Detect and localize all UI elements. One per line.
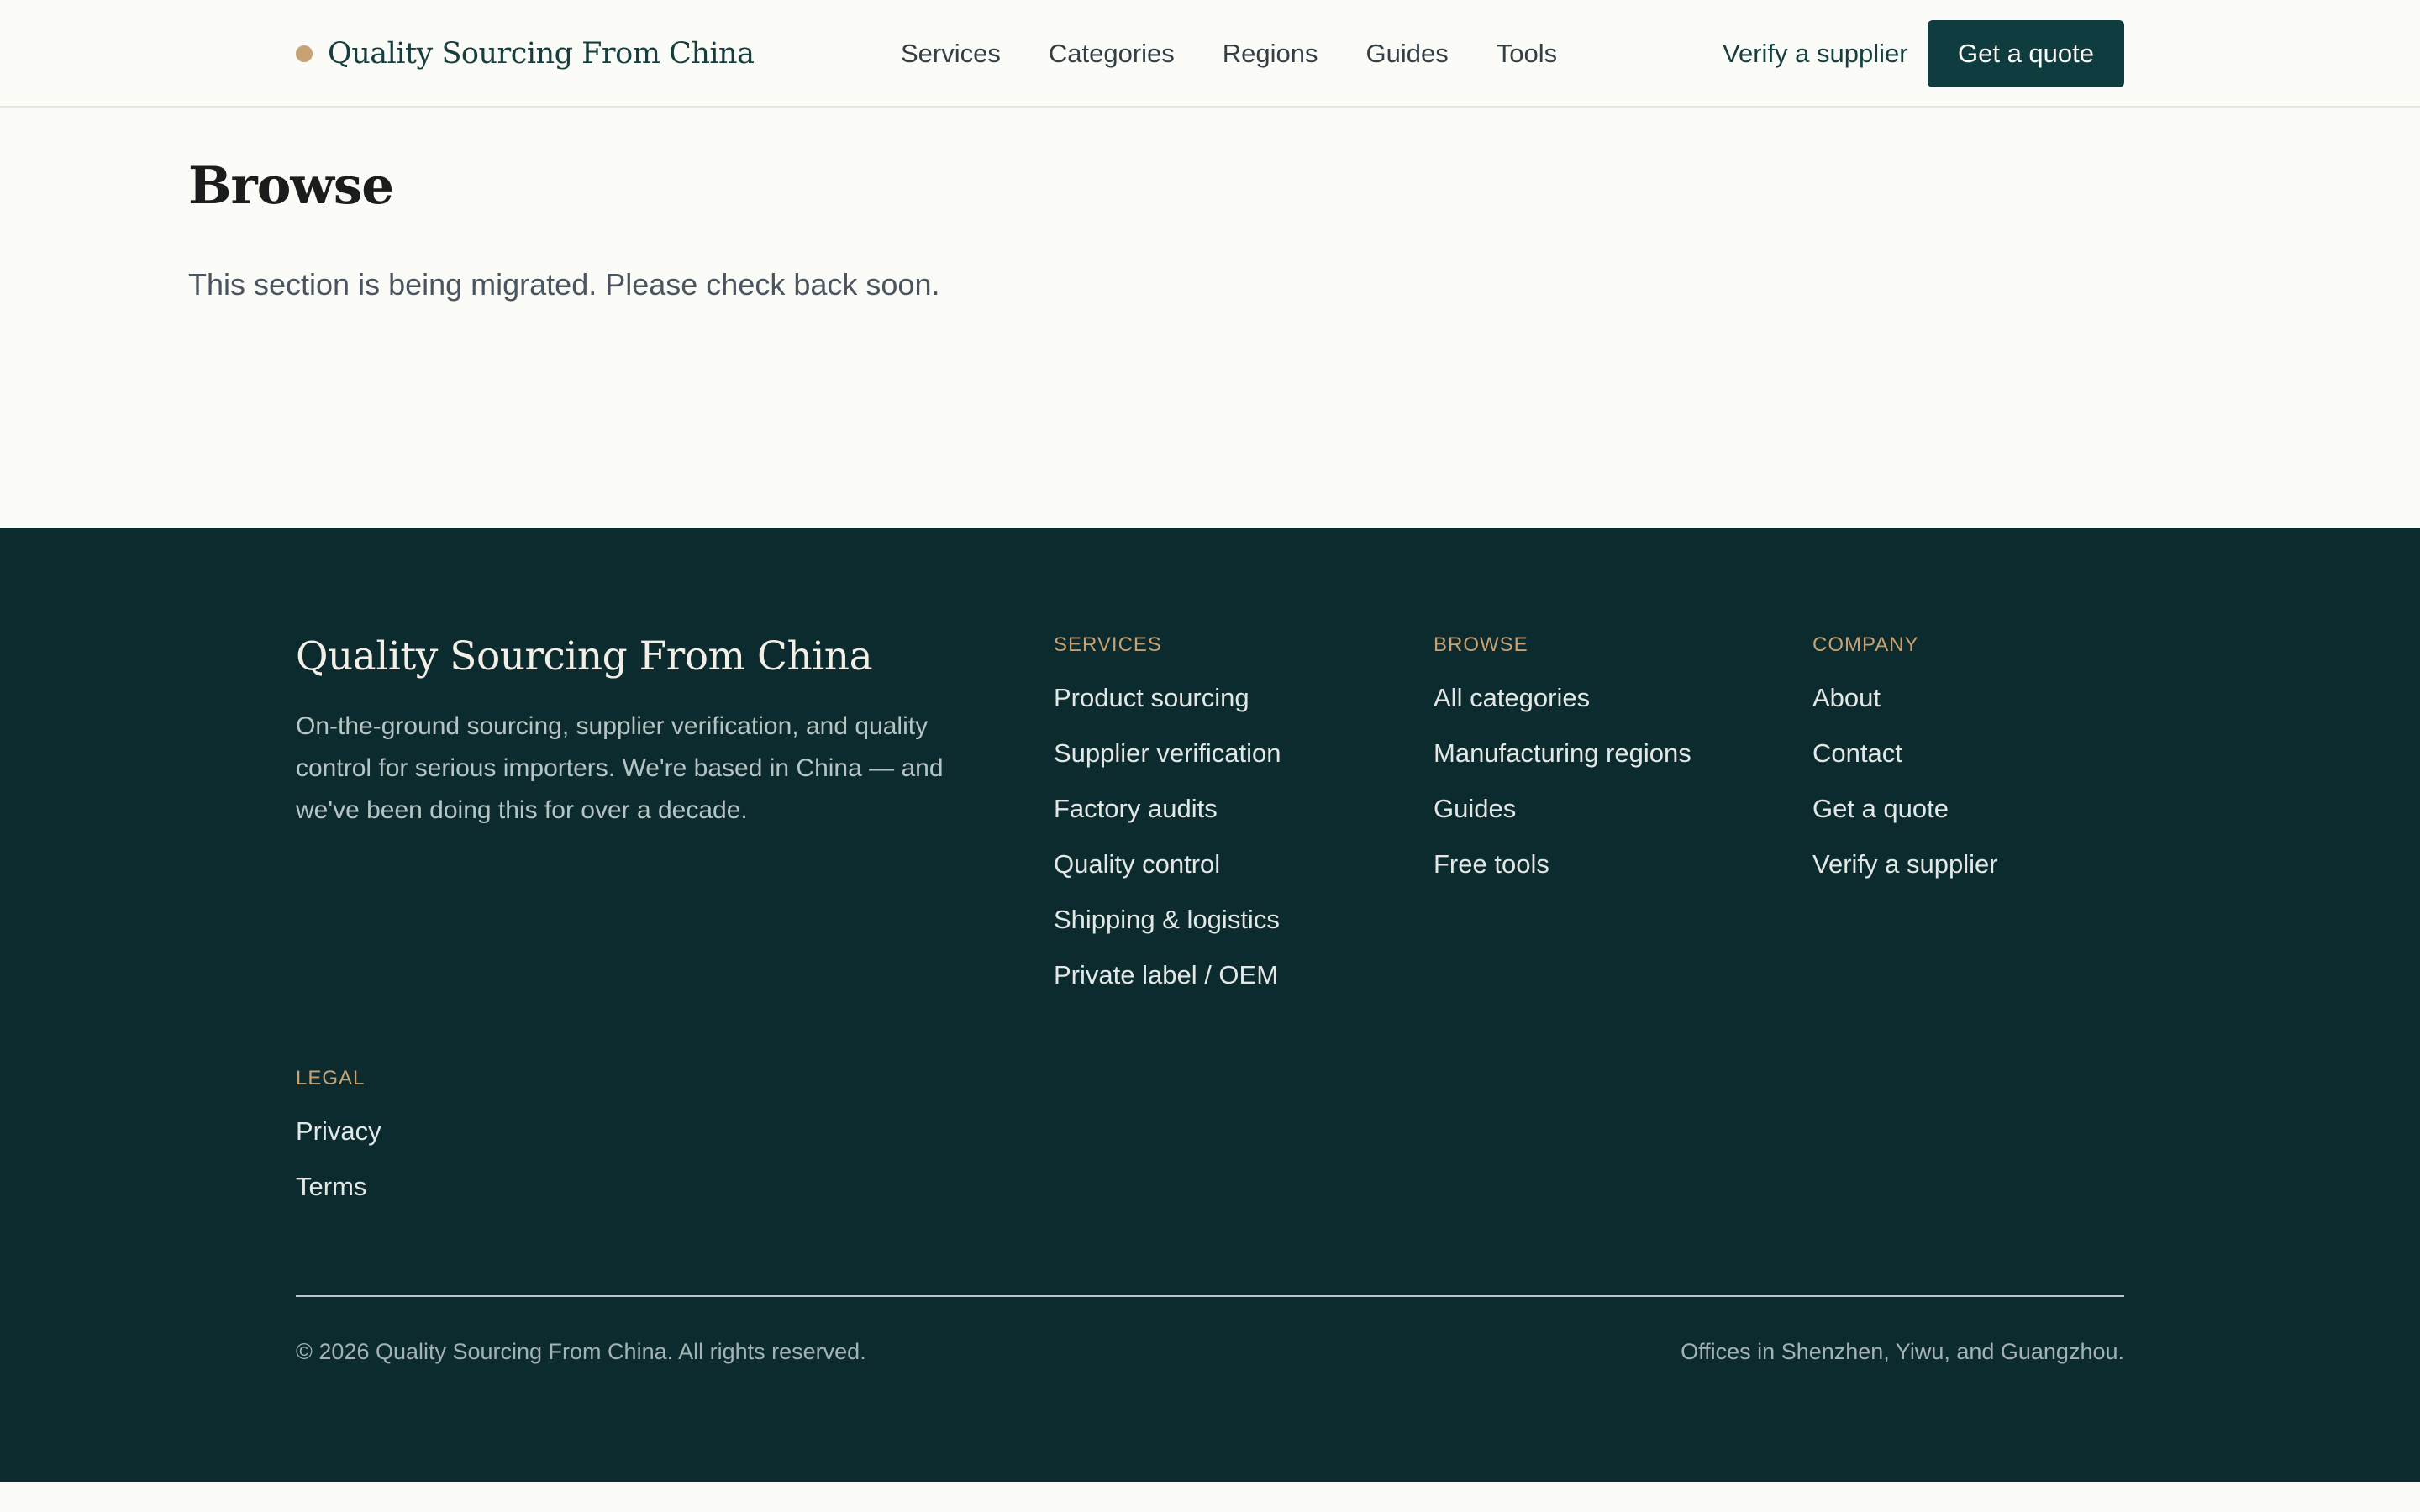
brand-name: Quality Sourcing From China <box>328 37 755 71</box>
footer-link-about[interactable]: About <box>1812 680 1998 736</box>
footer-link-guides[interactable]: Guides <box>1434 791 1691 847</box>
footer-link-terms[interactable]: Terms <box>296 1169 381 1225</box>
footer-heading-legal: LEGAL <box>296 1067 366 1089</box>
nav-regions[interactable]: Regions <box>1223 39 1318 69</box>
offices-text: Offices in Shenzhen, Yiwu, and Guangzhou… <box>1681 1339 2124 1364</box>
footer-heading-services: SERVICES <box>1054 633 1162 656</box>
footer-link-supplier-verification[interactable]: Supplier verification <box>1054 736 1281 791</box>
nav-categories[interactable]: Categories <box>1049 39 1175 69</box>
main-nav: Services Categories Regions Guides Tools <box>901 34 1557 74</box>
footer-link-free-tools[interactable]: Free tools <box>1434 847 1691 902</box>
nav-tools[interactable]: Tools <box>1497 39 1557 69</box>
get-quote-button[interactable]: Get a quote <box>1928 20 2124 87</box>
footer-description: On-the-ground sourcing, supplier verific… <box>296 712 944 824</box>
verify-supplier-link[interactable]: Verify a supplier <box>1723 34 1908 74</box>
brand-logo-link[interactable]: Quality Sourcing From China <box>296 34 755 74</box>
footer-heading-company: COMPANY <box>1812 633 1919 656</box>
footer-column-legal: LEGAL Privacy Terms <box>296 1065 381 1225</box>
nav-guides[interactable]: Guides <box>1366 39 1449 69</box>
brand-dot-icon <box>296 45 313 62</box>
nav-services[interactable]: Services <box>901 39 1001 69</box>
footer-brand: Quality Sourcing From China <box>296 633 873 680</box>
footer-link-verify-supplier[interactable]: Verify a supplier <box>1812 847 1998 902</box>
footer-link-shipping-logistics[interactable]: Shipping & logistics <box>1054 902 1281 958</box>
footer-link-manufacturing-regions[interactable]: Manufacturing regions <box>1434 736 1691 791</box>
footer-link-all-categories[interactable]: All categories <box>1434 680 1691 736</box>
site-header: Quality Sourcing From China Services Cat… <box>0 0 2420 108</box>
footer-column-company: COMPANY About Contact Get a quote Verify… <box>1812 632 1998 902</box>
footer-link-quality-control[interactable]: Quality control <box>1054 847 1281 902</box>
footer-divider <box>296 1295 2124 1297</box>
footer-link-factory-audits[interactable]: Factory audits <box>1054 791 1281 847</box>
page-title: Browse <box>188 156 394 216</box>
footer-link-contact[interactable]: Contact <box>1812 736 1998 791</box>
migration-message: This section is being migrated. Please c… <box>188 267 940 302</box>
footer-heading-browse: BROWSE <box>1434 633 1528 656</box>
site-footer: Quality Sourcing From China On-the-groun… <box>0 528 2420 1482</box>
footer-link-private-label[interactable]: Private label / OEM <box>1054 958 1281 1013</box>
footer-column-browse: BROWSE All categories Manufacturing regi… <box>1434 632 1691 902</box>
footer-link-get-quote[interactable]: Get a quote <box>1812 791 1998 847</box>
footer-column-services: SERVICES Product sourcing Supplier verif… <box>1054 632 1281 1013</box>
copyright-text: © 2026 Quality Sourcing From China. All … <box>296 1339 866 1364</box>
footer-link-privacy[interactable]: Privacy <box>296 1114 381 1169</box>
footer-link-product-sourcing[interactable]: Product sourcing <box>1054 680 1281 736</box>
